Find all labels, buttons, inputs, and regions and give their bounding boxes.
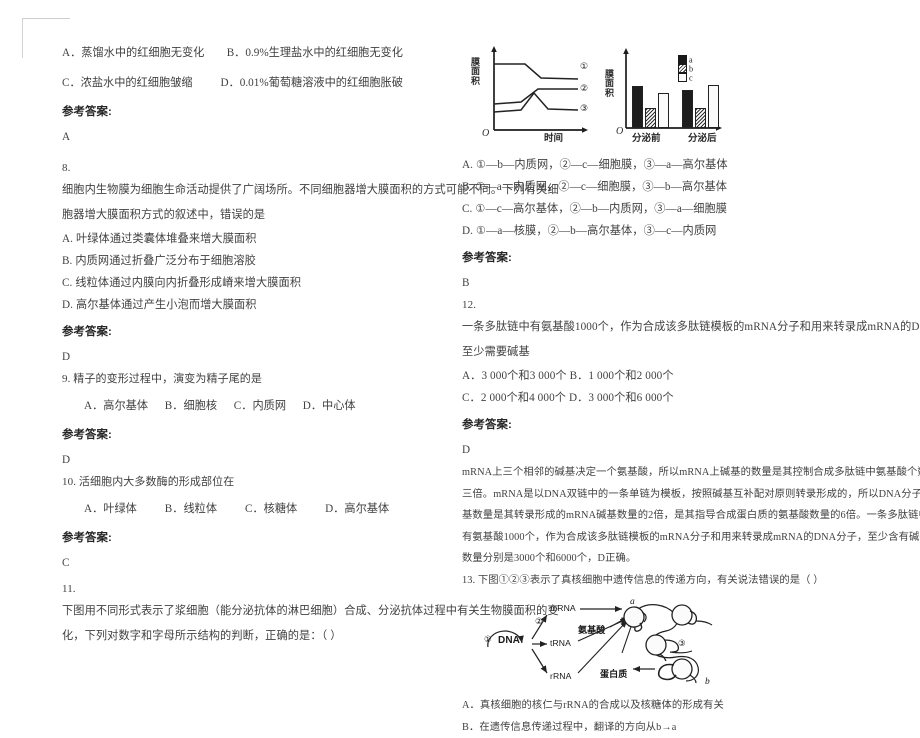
- page-border-left: [22, 18, 23, 58]
- q11-option-d: D. ①—a—核膜，②—b—高尔基体，③—c—内质网: [462, 220, 862, 242]
- q12-explanation-line-5: 数量分别是3000个和6000个，D正确。: [462, 548, 862, 570]
- q10-stem: 10. 活细胞内大多数酶的形成部位在: [62, 472, 462, 492]
- q8-answer-value: D: [62, 345, 462, 369]
- q8-option-d: D. 高尔基体通过产生小泡而增大膜面积: [62, 294, 462, 316]
- q12-explanation-line-3: 基数量是其转录形成的mRNA碱基数量的2倍，是其指导合成蛋白质的氨基酸数量的6倍…: [462, 505, 862, 527]
- q7-options-row-1: A．蒸馏水中的红细胞无变化 B．0.9%生理盐水中的红细胞无变化: [62, 40, 462, 66]
- document-page: A．蒸馏水中的红细胞无变化 B．0.9%生理盐水中的红细胞无变化 C．浓盐水中的…: [0, 0, 920, 651]
- line-chart-series-2-label: ②: [580, 84, 588, 94]
- bar-group2-series-c: [708, 85, 719, 128]
- line-chart-xlabel: 时间: [544, 130, 563, 144]
- q12-stem-line-2: 至少需要碱基: [462, 340, 862, 365]
- q7-option-d: D．0.01%葡萄糖溶液中的红细胞胀破: [221, 77, 403, 89]
- bar-group2-series-b: [695, 108, 706, 128]
- q8-stem-line-1: 细胞内生物膜为细胞生命活动提供了广阔场所。不同细胞器增大膜面积的方式可能不同。下…: [62, 178, 462, 203]
- q11-answer-value: B: [462, 271, 862, 295]
- q13-option-a: A．真核细胞的核仁与rRNA的合成以及核糖体的形成有关: [462, 695, 862, 717]
- line-chart-series-1-label: ①: [580, 62, 588, 72]
- q11-option-b: B. ①—a—内质网，②—c—细胞膜，③—b—高尔基体: [462, 176, 862, 198]
- q12-number: 12.: [462, 295, 862, 315]
- q9-answer-label: 参考答案:: [62, 423, 462, 448]
- q7-answer-label: 参考答案:: [62, 100, 462, 125]
- q12-answer-label: 参考答案:: [462, 413, 862, 438]
- q7-option-a: A．蒸馏水中的红细胞无变化: [62, 47, 204, 59]
- bar-group1-series-a: [632, 86, 643, 128]
- q11-answer-label: 参考答案:: [462, 246, 862, 271]
- q9-stem: 9. 精子的变形过程中，演变为精子尾的是: [62, 369, 462, 389]
- q8-option-a: A. 叶绿体通过类囊体堆叠来增大膜面积: [62, 228, 462, 250]
- q9-options-row: A．高尔基体 B．细胞核 C．内质网 D．中心体: [62, 393, 462, 419]
- bar-group1-series-c: [658, 93, 669, 128]
- q7-option-c: C．浓盐水中的红细胞皱缩: [62, 77, 193, 89]
- q11-option-c: C. ①—c—高尔基体，②—b—内质网，③—a—细胞膜: [462, 198, 862, 220]
- q12-explanation-line-1: mRNA上三个相邻的碱基决定一个氨基酸，所以mRNA上碱基的数量是其控制合成多肽…: [462, 462, 862, 484]
- q11-option-a: A. ①—b—内质网，②—c—细胞膜，③—a—高尔基体: [462, 154, 862, 176]
- q12-options-line-2: C．2 000个和4 000个 D．3 000个和6 000个: [462, 387, 862, 409]
- q12-explanation-line-4: 有氨基酸1000个，作为合成该多肽链模板的mRNA分子和用来转录成mRNA的DN…: [462, 527, 862, 549]
- q8-stem-line-2: 胞器增大膜面积方式的叙述中，错误的是: [62, 203, 462, 228]
- line-chart-panel: 膜面积 O 时间 ① ② ③: [468, 42, 598, 150]
- central-dogma-svg: [470, 595, 728, 693]
- q7-answer-value: A: [62, 125, 462, 149]
- q10-options-row: A．叶绿体 B．线粒体 C．核糖体 D．高尔基体: [62, 496, 462, 522]
- line-chart-origin-label: O: [482, 128, 489, 139]
- line-chart-series-3-label: ③: [580, 104, 588, 114]
- q12-options-line-1: A．3 000个和3 000个 B．1 000个和2 000个: [462, 365, 862, 387]
- q12-answer-value: D: [462, 438, 862, 462]
- q8-number: 8.: [62, 158, 462, 178]
- q13-option-b: B．在遗传信息传递过程中，翻译的方向从b→a: [462, 717, 862, 738]
- q11-number: 11.: [62, 579, 462, 599]
- q12-explanation-line-2: 三倍。mRNA是以DNA双链中的一条单链为模板，按照碱基互补配对原则转录形成的，…: [462, 484, 862, 506]
- left-column: A．蒸馏水中的红细胞无变化 B．0.9%生理盐水中的红细胞无变化 C．浓盐水中的…: [62, 40, 462, 649]
- right-column: 膜面积 O 时间 ① ② ③: [462, 40, 862, 738]
- q8-answer-label: 参考答案:: [62, 320, 462, 345]
- q9-answer-value: D: [62, 448, 462, 472]
- q13-stem: 13. 下图①②③表示了真核细胞中遗传信息的传递方向，有关说法错误的是（ ）: [462, 570, 862, 592]
- q12-stem-line-1: 一条多肽链中有氨基酸1000个，作为合成该多肽链模板的mRNA分子和用来转录成m…: [462, 315, 862, 340]
- q11-stem-line-2: 化，下列对数字和字母所示结构的判断，正确的是：（ ）: [62, 624, 462, 649]
- q10-answer-value: C: [62, 551, 462, 575]
- q11-stem-line-1: 下图用不同形式表示了浆细胞（能分泌抗体的淋巴细胞）合成、分泌抗体过程中有关生物膜…: [62, 599, 462, 624]
- q8-option-c: C. 线粒体通过内膜向内折叠形成嵴来增大膜面积: [62, 272, 462, 294]
- bar-group2-series-a: [682, 90, 693, 128]
- q10-answer-label: 参考答案:: [62, 526, 462, 551]
- line-chart-ylabel: 膜面积: [470, 58, 481, 86]
- q7-options-row-2: C．浓盐水中的红细胞皱缩 D．0.01%葡萄糖溶液中的红细胞胀破: [62, 70, 462, 96]
- bar-group1-series-b: [645, 108, 656, 128]
- q8-option-b: B. 内质网通过折叠广泛分布于细胞溶胶: [62, 250, 462, 272]
- figure-central-dogma: DNA ① ② mRNA tRNA rRNA 氨基酸 蛋白质 a b ③: [470, 595, 728, 693]
- figure-membrane-area-charts: 膜面积 O 时间 ① ② ③: [468, 42, 730, 150]
- q7-option-b: B．0.9%生理盐水中的红细胞无变化: [227, 47, 403, 59]
- page-border-top: [22, 18, 70, 19]
- bar-chart-panel: 膜面积 O 分泌前 分泌后 a b c: [600, 42, 730, 150]
